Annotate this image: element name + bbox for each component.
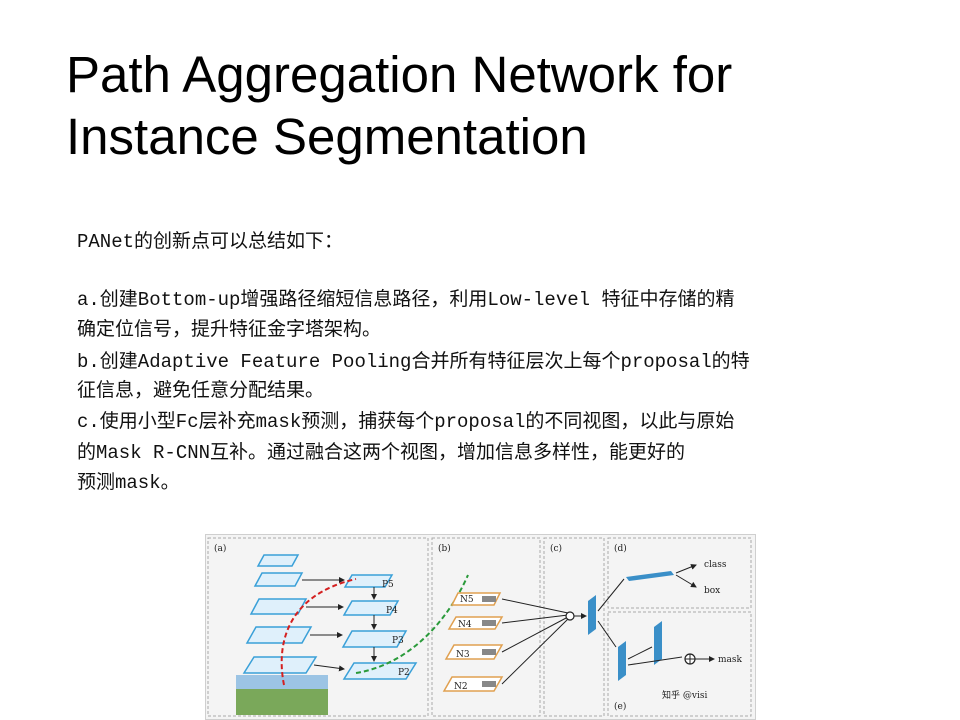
class-label: class <box>704 560 727 570</box>
roi-box-n5 <box>482 596 496 602</box>
backbone-plane-1 <box>242 656 318 674</box>
point-b-line-1: b.创建Adaptive Feature Pooling合并所有特征层次上每个p… <box>77 351 750 373</box>
fc-block <box>626 571 674 581</box>
roi-box-n2 <box>482 681 496 687</box>
label-p4: P4 <box>386 606 398 616</box>
label-p3: P3 <box>392 636 404 646</box>
panel-e-label: (e) <box>614 701 626 712</box>
point-c-line-1: c.使用小型Fc层补充mask预测，捕获每个proposal的不同视图，以此与原… <box>77 411 735 433</box>
box-label: box <box>704 586 720 596</box>
roi-box-n3 <box>482 649 496 655</box>
label-n3: N3 <box>456 650 470 660</box>
panel-b-label: (b) <box>438 543 451 554</box>
mask-branch-line-1 <box>627 646 653 660</box>
mask-conv-block-1 <box>618 641 626 681</box>
intro-line: PANet的创新点可以总结如下： <box>77 231 344 253</box>
label-p5: P5 <box>382 580 394 590</box>
panel-d-frame <box>607 537 752 609</box>
mask-conv-block-2 <box>654 621 662 665</box>
pool-line-1 <box>501 598 569 614</box>
point-a-line-1: a.创建Bottom-up增强路径缩短信息路径，利用Low-level 特征中存… <box>77 289 735 311</box>
pool-line-4 <box>501 618 569 685</box>
backbone-plane-2 <box>245 626 313 644</box>
point-b-line-2: 征信息，避免任意分配结果。 <box>77 380 325 402</box>
lateral-arrow-4 <box>313 664 345 672</box>
slide-title: Path Aggregation Network for Instance Se… <box>66 44 936 168</box>
label-p2: P2 <box>398 668 410 678</box>
class-arrow <box>675 564 697 574</box>
title-line-1: Path Aggregation Network for <box>66 46 733 103</box>
panet-diagram: (a) (b) (c) (d) (e) P2 P3 P4 P5 N2 N3 N4… <box>207 537 752 717</box>
point-a-line-2: 确定位信号，提升特征金字塔架构。 <box>77 319 382 341</box>
fused-feature-block <box>588 595 596 635</box>
fusion-node <box>565 611 575 621</box>
panel-a-label: (a) <box>214 543 226 554</box>
label-n4: N4 <box>458 620 472 630</box>
panel-c-label: (c) <box>550 543 562 554</box>
backbone-plane-4 <box>253 572 304 587</box>
panet-architecture-figure: (a) (b) (c) (d) (e) P2 P3 P4 P5 N2 N3 N4… <box>205 534 756 720</box>
watermark: 知乎 @visi <box>662 689 707 701</box>
panel-d-label: (d) <box>614 543 627 554</box>
point-c-line-2: 的Mask R-CNN互补。通过融合这两个视图，增加信息多样性，能更好的 <box>77 442 686 464</box>
point-c-line-3: 预测mask。 <box>77 472 180 494</box>
label-n2: N2 <box>454 682 468 692</box>
label-n5: N5 <box>460 595 474 605</box>
to-mask-branch-line <box>597 620 617 648</box>
to-box-branch-line <box>597 578 625 612</box>
roi-box-n4 <box>482 620 496 626</box>
box-arrow <box>675 574 697 588</box>
backbone-plane-5 <box>256 554 300 567</box>
title-line-2: Instance Segmentation <box>66 108 588 165</box>
slide: Path Aggregation Network for Instance Se… <box>0 0 960 720</box>
mask-label: mask <box>718 655 743 665</box>
